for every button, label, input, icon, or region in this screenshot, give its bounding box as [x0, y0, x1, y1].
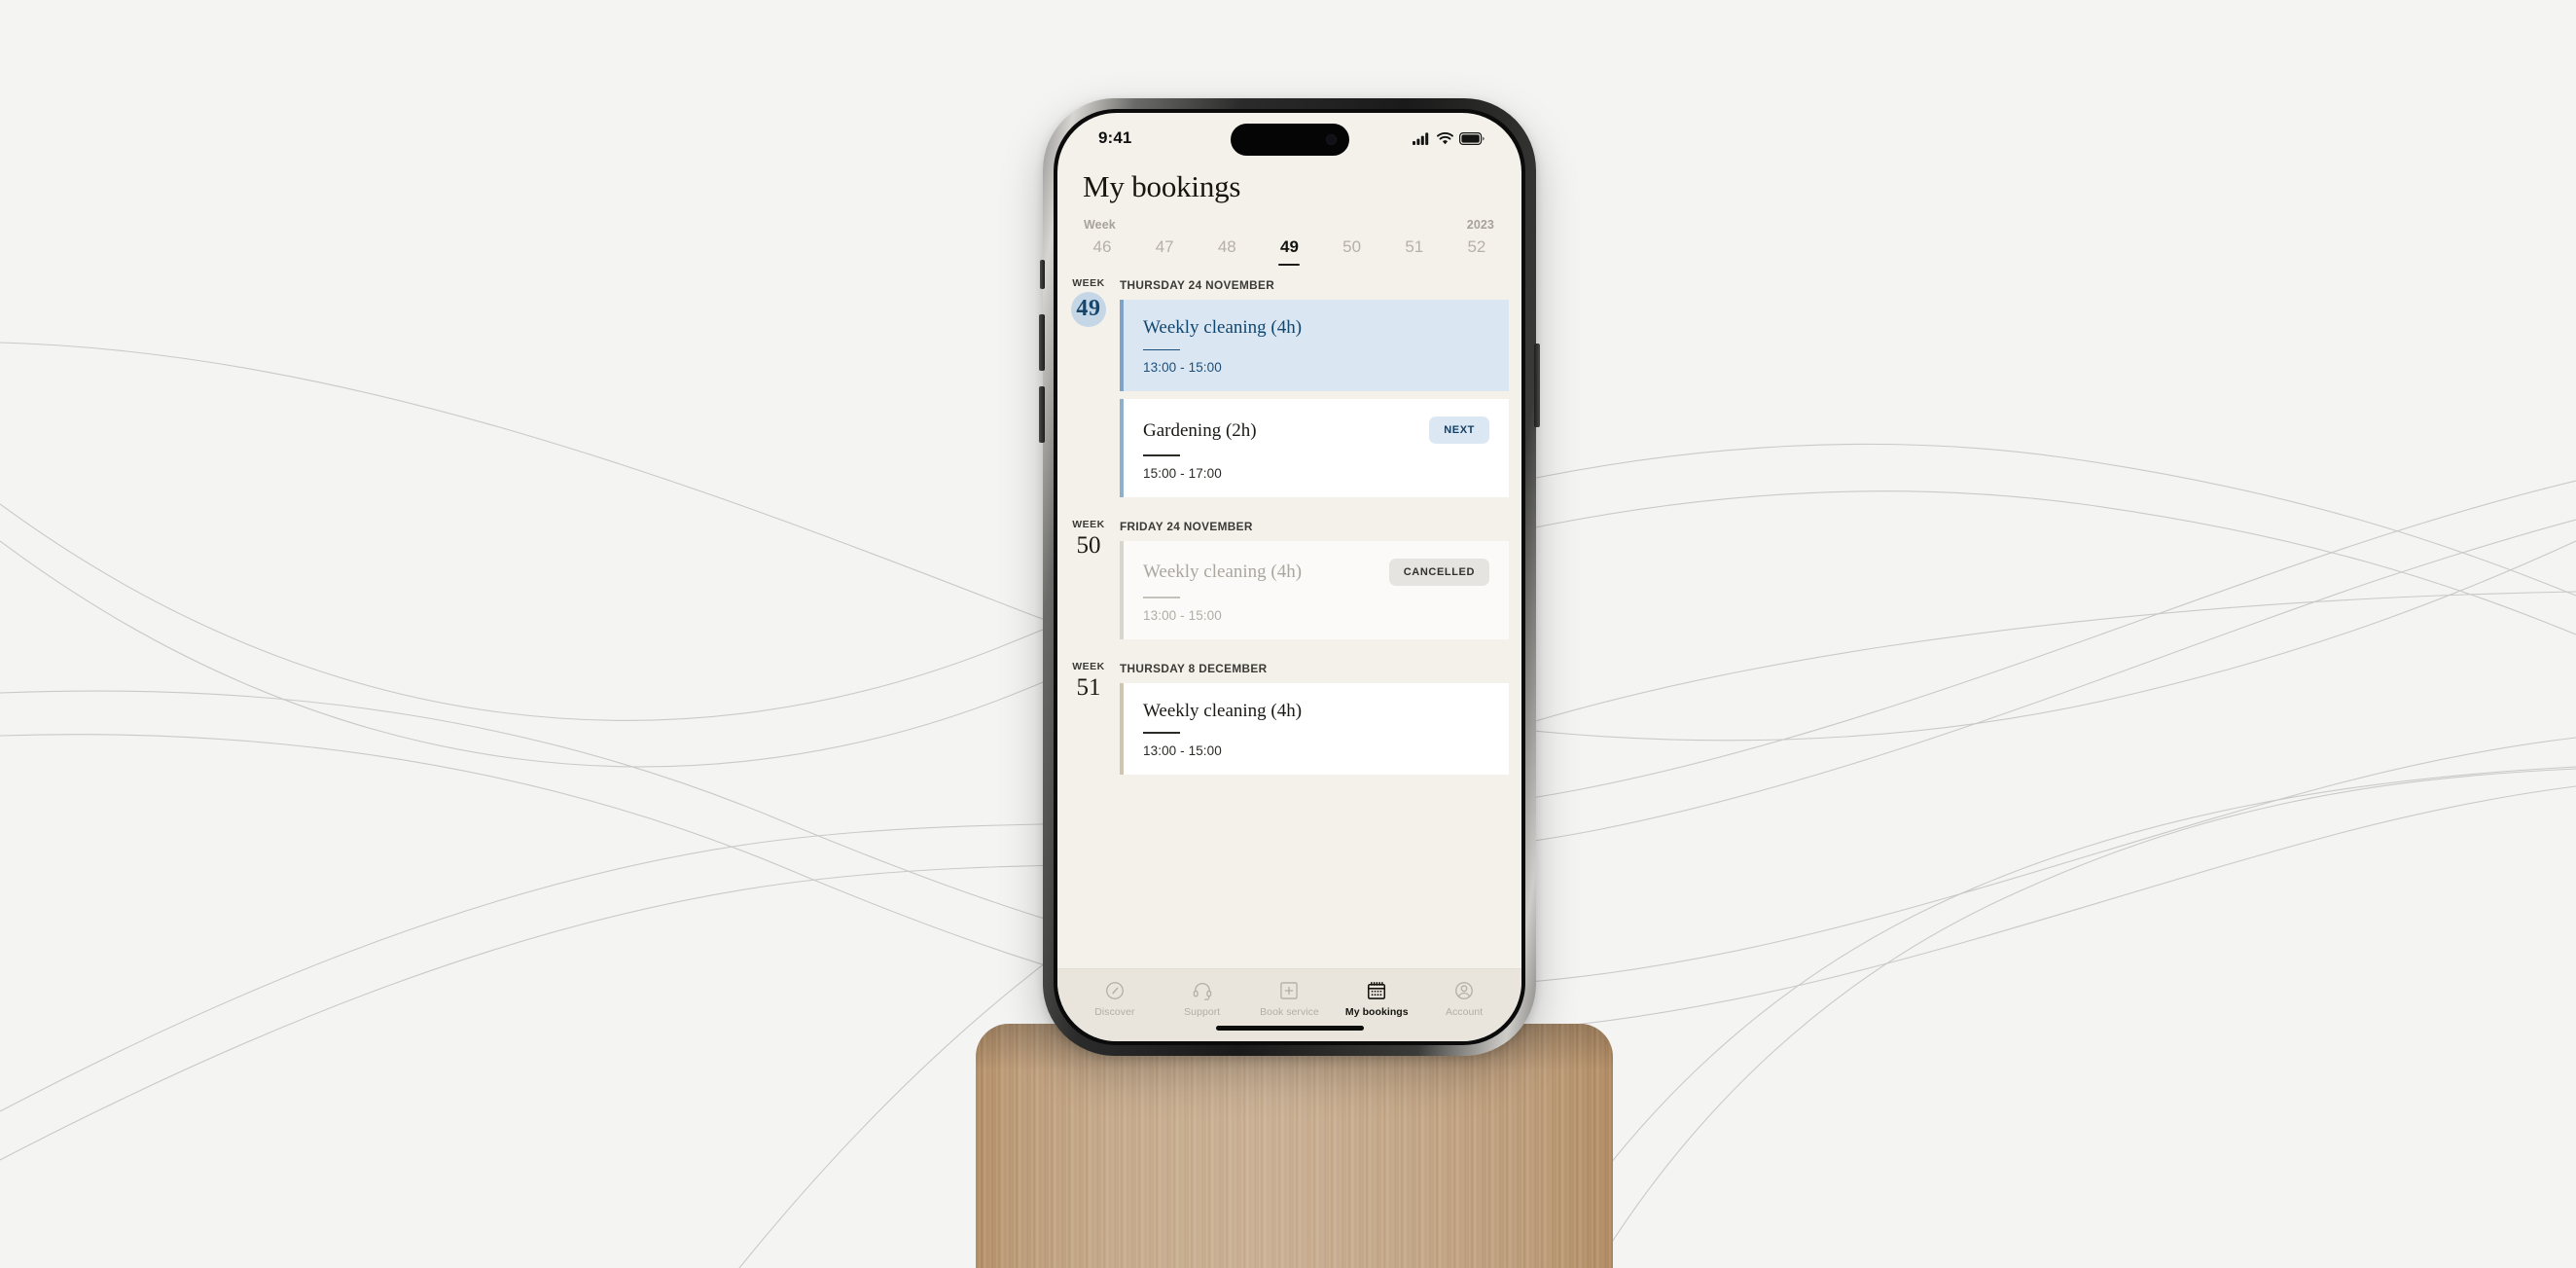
week-number: 50: [1076, 532, 1101, 560]
booking-card-header: Weekly cleaning (4h) CANCELLED: [1143, 559, 1489, 587]
dynamic-island: [1230, 124, 1349, 156]
user-circle-icon: [1420, 980, 1508, 1001]
app-content: My bookings Week 2023 46 47 48 49 50 51 52 WEE…: [1057, 163, 1521, 968]
week-label: Week: [1084, 218, 1116, 232]
booking-time: 13:00 - 15:00: [1143, 607, 1222, 623]
week-word-label: WEEK: [1072, 277, 1105, 289]
headset-icon: [1159, 980, 1246, 1001]
day-heading: THURSDAY 24 NOVEMBER: [1120, 278, 1275, 292]
tab-label: Support: [1184, 1006, 1221, 1018]
wooden-phone-stand: [976, 1024, 1613, 1268]
week-tab-49[interactable]: 49: [1268, 237, 1310, 268]
booking-time: 15:00 - 17:00: [1143, 466, 1222, 482]
tab-book-service[interactable]: Book service: [1246, 980, 1334, 1018]
week-selector[interactable]: 46 47 48 49 50 51 52: [1057, 232, 1521, 268]
week-tab-50[interactable]: 50: [1331, 237, 1374, 268]
wifi-icon: [1437, 131, 1453, 144]
week-word-label: WEEK: [1072, 519, 1105, 531]
week-word-label: WEEK: [1072, 660, 1105, 672]
booking-card[interactable]: Weekly cleaning (4h) 13:00 - 15:00: [1120, 300, 1509, 392]
tab-label: Book service: [1260, 1006, 1319, 1018]
divider-rule: [1143, 597, 1180, 598]
week-tab-48[interactable]: 48: [1205, 237, 1248, 268]
booking-title: Weekly cleaning (4h): [1143, 562, 1303, 583]
signal-bars-icon: [1413, 131, 1429, 145]
week-tab-47[interactable]: 47: [1143, 237, 1186, 268]
phone-bezel: 9:41 My bookings Week 2023 46 47 48 49 5…: [1054, 109, 1525, 1045]
power-button[interactable]: [1534, 344, 1540, 427]
week-gutter: WEEK 50: [1057, 518, 1120, 647]
battery-icon: [1459, 131, 1485, 145]
year-label: 2023: [1466, 218, 1494, 232]
front-camera-icon: [1325, 134, 1337, 145]
booking-title: Gardening (2h): [1143, 419, 1257, 441]
status-badge: CANCELLED: [1388, 559, 1489, 587]
booking-title: Weekly cleaning (4h): [1143, 700, 1303, 721]
volume-down-button[interactable]: [1039, 386, 1045, 443]
calendar-icon: [1333, 980, 1420, 1001]
booking-group-body: THURSDAY 24 NOVEMBER Weekly cleaning (4h)…: [1120, 276, 1509, 505]
week-number-badge: 49: [1071, 292, 1106, 327]
booking-group: WEEK 50 FRIDAY 24 NOVEMBER Weekly cleaning …: [1057, 518, 1521, 647]
booking-time: 13:00 - 15:00: [1143, 360, 1222, 376]
booking-group: WEEK 49 THURSDAY 24 NOVEMBER Weekly cleanin…: [1057, 276, 1521, 505]
booking-card-header: Weekly cleaning (4h): [1143, 701, 1489, 722]
booking-card[interactable]: Weekly cleaning (4h) 13:00 - 15:00: [1120, 682, 1509, 776]
status-badge: NEXT: [1429, 417, 1489, 445]
phone-screen: 9:41 My bookings Week 2023 46 47 48 49 5…: [1057, 113, 1521, 1041]
tab-account[interactable]: Account: [1420, 980, 1508, 1018]
compass-icon: [1071, 980, 1159, 1001]
tab-label: Discover: [1094, 1006, 1135, 1018]
week-gutter: WEEK 49: [1057, 276, 1120, 505]
day-heading: THURSDAY 8 DECEMBER: [1120, 661, 1268, 675]
divider-rule: [1143, 454, 1180, 457]
tab-label: My bookings: [1344, 1006, 1409, 1018]
day-heading: FRIDAY 24 NOVEMBER: [1120, 520, 1253, 534]
week-tab-51[interactable]: 51: [1393, 237, 1436, 268]
week-tab-52[interactable]: 52: [1455, 237, 1498, 268]
status-icons: [1413, 131, 1485, 145]
mute-switch-button[interactable]: [1040, 260, 1045, 289]
week-tab-46[interactable]: 46: [1081, 237, 1124, 268]
booking-card[interactable]: Weekly cleaning (4h) CANCELLED 13:00 - 15:…: [1120, 541, 1509, 639]
volume-up-button[interactable]: [1039, 314, 1045, 371]
status-bar: 9:41: [1057, 113, 1521, 163]
home-indicator[interactable]: [1215, 1025, 1364, 1031]
divider-rule: [1143, 732, 1180, 735]
week-gutter: WEEK 51: [1057, 660, 1120, 782]
tab-label: Account: [1445, 1006, 1484, 1018]
booking-title: Weekly cleaning (4h): [1143, 317, 1303, 338]
booking-card[interactable]: Gardening (2h) NEXT 15:00 - 17:00: [1120, 399, 1509, 498]
booking-group: WEEK 51 THURSDAY 8 DECEMBER Weekly cleaning…: [1057, 660, 1521, 782]
tab-support[interactable]: Support: [1159, 980, 1246, 1018]
booking-time: 13:00 - 15:00: [1143, 743, 1222, 759]
phone-device: 9:41 My bookings Week 2023 46 47 48 49 5…: [1039, 98, 1540, 1056]
week-number: 51: [1076, 673, 1101, 701]
tab-discover[interactable]: Discover: [1071, 980, 1159, 1018]
plus-square-icon: [1246, 980, 1334, 1001]
page-title: My bookings: [1083, 169, 1241, 203]
booking-group-body: THURSDAY 8 DECEMBER Weekly cleaning (4h) 1…: [1120, 660, 1509, 782]
week-header-row: Week 2023: [1057, 204, 1521, 232]
bookings-list: WEEK 49 THURSDAY 24 NOVEMBER Weekly cleanin…: [1057, 268, 1521, 968]
booking-group-body: FRIDAY 24 NOVEMBER Weekly cleaning (4h) CA…: [1120, 518, 1509, 647]
tab-my-bookings[interactable]: My bookings: [1333, 980, 1420, 1018]
divider-rule: [1143, 348, 1180, 351]
booking-card-header: Weekly cleaning (4h): [1143, 317, 1489, 339]
status-time: 9:41: [1098, 128, 1132, 147]
booking-card-header: Gardening (2h) NEXT: [1143, 417, 1489, 445]
